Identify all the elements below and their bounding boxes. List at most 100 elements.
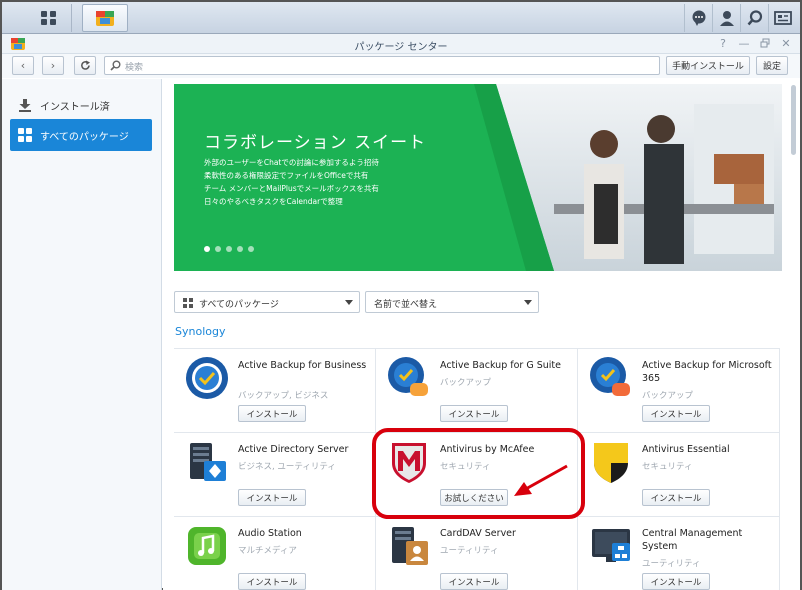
install-button[interactable]: インストール <box>642 405 710 422</box>
package-name: Active Directory Server <box>238 444 349 455</box>
package-name: Audio Station <box>238 528 302 539</box>
package-name: Antivirus by McAfee <box>440 444 535 455</box>
widgets-button[interactable] <box>768 4 796 32</box>
forward-button[interactable]: › <box>42 56 64 75</box>
install-button[interactable]: インストール <box>440 573 508 590</box>
audio-station-icon <box>188 527 226 565</box>
package-category: バックアップ, ビジネス <box>238 391 329 401</box>
package-name: Central Management System <box>642 528 743 552</box>
window-title: パッケージ センター <box>354 42 448 53</box>
manual-install-button[interactable]: 手動インストール <box>666 56 750 75</box>
carousel-dot[interactable] <box>204 246 210 252</box>
install-button[interactable]: インストール <box>238 489 306 506</box>
search-placeholder: 検索 <box>125 63 144 73</box>
package-card[interactable]: Central Management System ユーティリティ インストール <box>578 516 780 590</box>
banner-line: 柔軟性のある権限設定でファイルをOfficeで共有 <box>204 171 369 180</box>
install-button[interactable]: インストール <box>642 489 710 506</box>
install-button[interactable]: インストール <box>440 405 508 422</box>
banner-title: コラボレーション スイート <box>204 133 427 153</box>
search-field[interactable]: 検索 <box>104 56 660 75</box>
carddav-server-icon <box>392 527 428 565</box>
user-options-button[interactable] <box>712 4 740 32</box>
banner-line: 外部のユーザーをChatでの討論に参加するよう招待 <box>204 158 379 167</box>
taskbar-package-center-button[interactable] <box>82 4 128 32</box>
package-card[interactable]: Active Backup for Business バックアップ, ビジネス … <box>174 348 376 432</box>
package-category: マルチメディア <box>238 546 297 556</box>
package-category: ユーティリティ <box>440 546 499 556</box>
category-filter-select[interactable]: すべてのパッケージ <box>174 291 360 313</box>
vertical-scrollbar[interactable] <box>791 85 796 155</box>
carousel-dots <box>204 246 254 252</box>
main-menu-button[interactable] <box>26 4 72 32</box>
banner-description: 外部のユーザーをChatでの討論に参加するよう招待 柔軟性のある権限設定でファイ… <box>204 156 424 208</box>
package-name: Active Backup for G Suite <box>440 360 561 371</box>
restore-button[interactable] <box>759 36 771 50</box>
minimize-button[interactable]: — <box>738 36 750 50</box>
back-button[interactable]: ‹ <box>12 56 34 75</box>
banner-line: チーム メンバーとMailPlusでメールボックスを共有 <box>204 184 379 193</box>
search-icon <box>110 60 121 71</box>
carousel-dot[interactable] <box>215 246 221 252</box>
package-name: Active Backup for Business <box>238 360 367 371</box>
category-filter-value: すべてのパッケージ <box>199 300 279 310</box>
carousel-dot[interactable] <box>237 246 243 252</box>
section-title: Synology <box>175 325 226 338</box>
antivirus-essential-shield-icon <box>594 443 628 483</box>
search-icon <box>747 10 762 26</box>
refresh-icon <box>80 60 90 70</box>
package-card[interactable]: Active Backup for Microsoft 365 バックアップ イ… <box>578 348 780 432</box>
main-content: コラボレーション スイート 外部のユーザーをChatでの討論に参加するよう招待 … <box>163 79 800 590</box>
carousel-dot[interactable] <box>248 246 254 252</box>
active-directory-server-icon <box>190 443 226 481</box>
settings-button[interactable]: 設定 <box>756 56 788 75</box>
package-center-icon <box>96 11 114 26</box>
install-button[interactable]: インストール <box>642 573 710 590</box>
active-backup-business-icon <box>186 357 228 399</box>
package-category: ユーティリティ <box>642 559 701 569</box>
chat-bubble-icon <box>692 10 705 26</box>
sidebar-item-all-packages[interactable]: すべてのパッケージ <box>10 119 152 151</box>
banner-line: 日々のやるべきタスクをCalendarで整理 <box>204 197 343 206</box>
dsm-taskbar <box>2 2 800 34</box>
chat-notification-button[interactable] <box>684 4 712 32</box>
active-backup-gsuite-icon <box>388 357 428 396</box>
chevron-left-icon: ‹ <box>20 59 26 72</box>
annotation-arrow-icon <box>514 464 568 496</box>
window-title-bar: パッケージ センター ? — ✕ <box>2 34 800 54</box>
taskbar-search-button[interactable] <box>740 4 768 32</box>
close-button[interactable]: ✕ <box>780 36 792 50</box>
package-card[interactable]: CardDAV Server ユーティリティ インストール <box>376 516 578 590</box>
toolbar: ‹ › 検索 手動インストール 設定 <box>2 54 800 78</box>
package-name: CardDAV Server <box>440 528 516 539</box>
promo-banner[interactable]: コラボレーション スイート 外部のユーザーをChatでの討論に参加するよう招待 … <box>174 84 782 271</box>
user-icon <box>719 11 734 26</box>
package-name: Antivirus Essential <box>642 444 730 455</box>
package-card[interactable]: Audio Station マルチメディア インストール <box>174 516 376 590</box>
window-controls: ? — ✕ <box>717 36 792 50</box>
package-name: Active Backup for Microsoft 365 <box>642 360 772 384</box>
grid-icon <box>18 128 32 142</box>
install-button[interactable]: インストール <box>238 405 306 422</box>
package-category: セキュリティ <box>440 462 491 472</box>
package-card[interactable]: Active Backup for G Suite バックアップ インストール <box>376 348 578 432</box>
grid-icon <box>183 298 193 308</box>
package-card[interactable]: Antivirus Essential セキュリティ インストール <box>578 432 780 516</box>
install-button[interactable]: インストール <box>238 573 306 590</box>
sort-select[interactable]: 名前で並べ替え <box>365 291 539 313</box>
sidebar-item-installed[interactable]: インストール済 <box>10 89 152 121</box>
mcafee-shield-icon <box>392 443 426 483</box>
widgets-icon <box>773 11 792 25</box>
restore-icon <box>760 38 770 48</box>
screenshot-frame: パッケージ センター ? — ✕ ‹ › 検索 手動インストール 設定 インスト… <box>0 0 802 590</box>
active-backup-m365-icon <box>590 357 630 396</box>
sidebar-item-label: すべてのパッケージ <box>40 131 129 143</box>
package-category: バックアップ <box>642 391 694 401</box>
package-card[interactable]: Active Directory Server ビジネス, ユーティリティ イン… <box>174 432 376 516</box>
carousel-dot[interactable] <box>226 246 232 252</box>
taskbar-right-tray <box>684 4 796 32</box>
chevron-down-icon <box>345 300 353 305</box>
help-button[interactable]: ? <box>717 36 729 50</box>
main-menu-grid-icon <box>40 11 56 25</box>
try-button[interactable]: お試しください <box>440 489 508 506</box>
refresh-button[interactable] <box>74 56 96 75</box>
